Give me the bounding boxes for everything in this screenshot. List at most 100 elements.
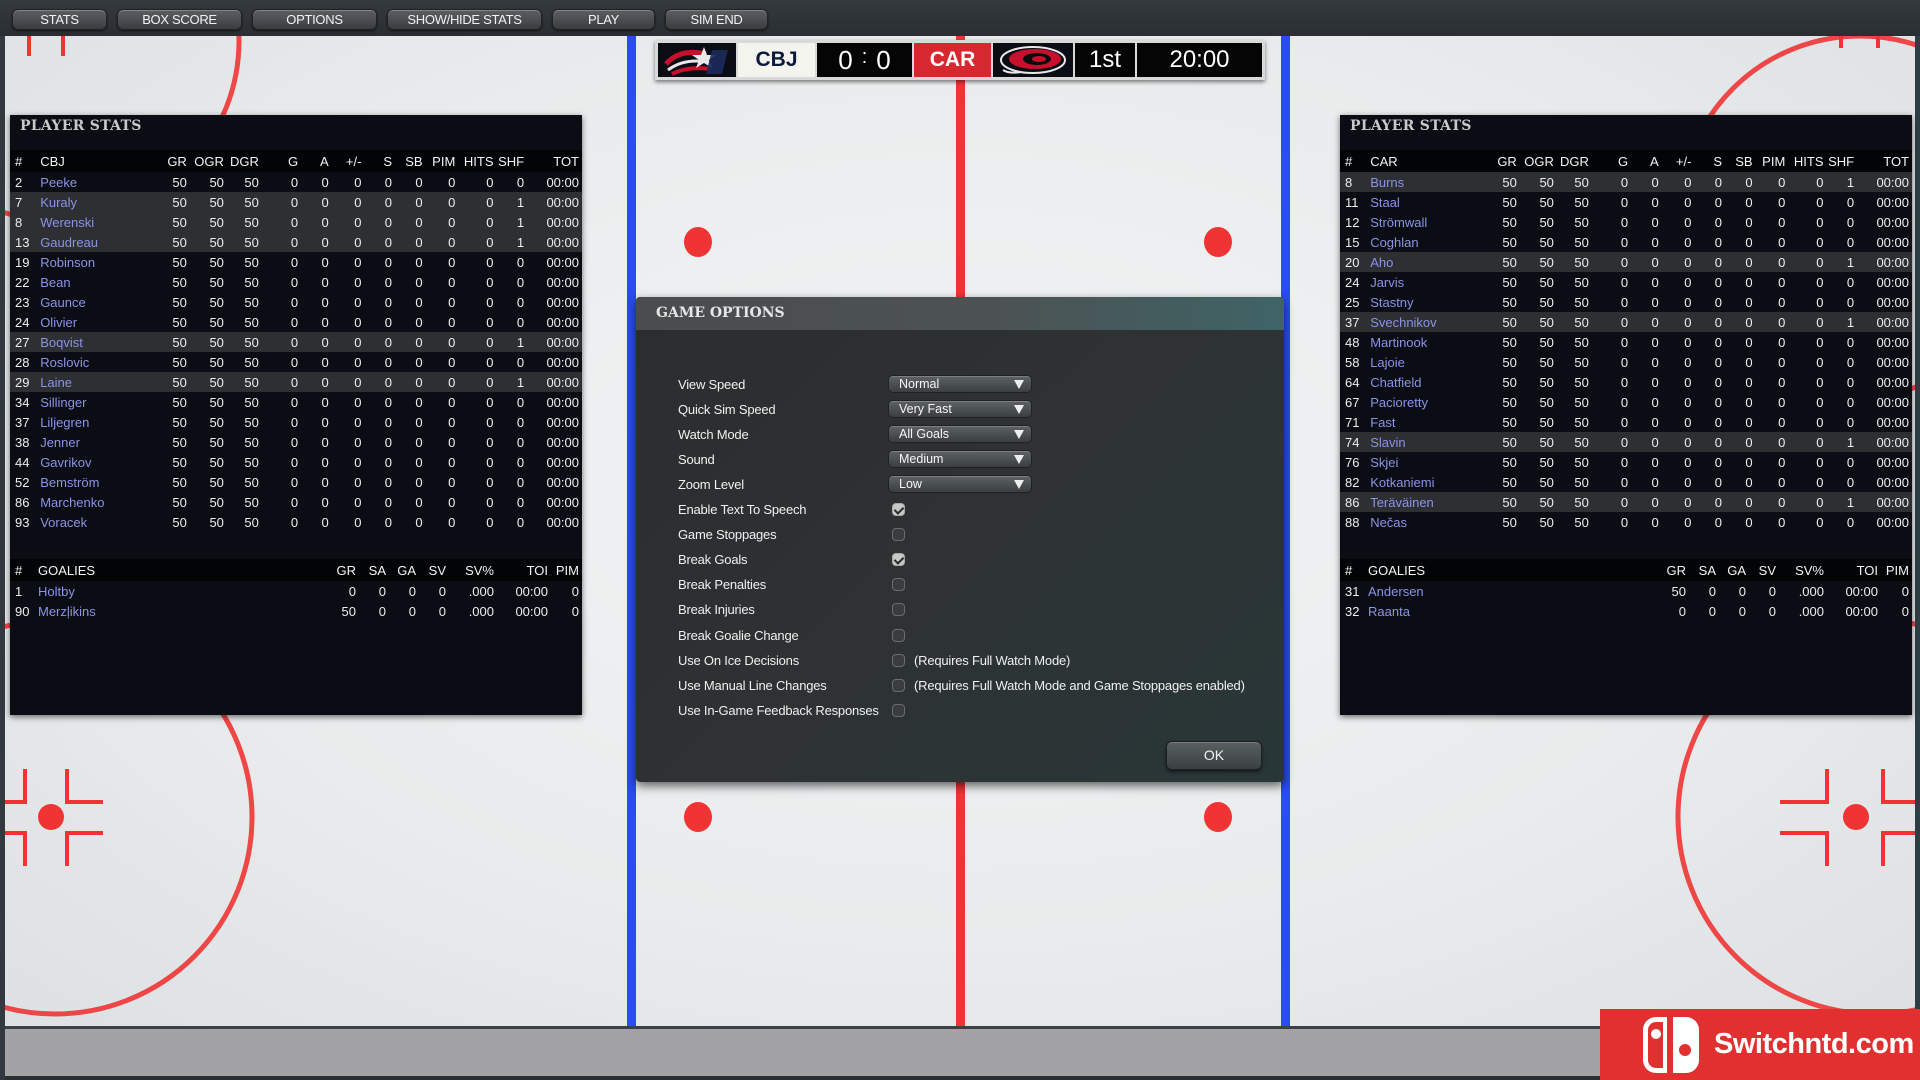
option-checkbox[interactable] xyxy=(892,603,905,617)
zoom-level-dropdown[interactable]: Low xyxy=(888,475,1032,493)
column-header[interactable]: +/- xyxy=(1658,150,1692,172)
option-checkbox[interactable] xyxy=(892,704,905,718)
option-checkbox[interactable] xyxy=(892,578,905,592)
quick-sim-speed-dropdown[interactable]: Very Fast xyxy=(888,400,1032,418)
play-button[interactable]: PLAY xyxy=(552,9,655,30)
player-name[interactable]: Bemström xyxy=(36,472,156,492)
player-row[interactable]: 29 Laine 50 50 50 0 0 0 0 0 0 0 1 00:00 xyxy=(10,372,582,392)
column-header[interactable]: OGR xyxy=(186,150,224,172)
column-header[interactable]: # xyxy=(10,559,34,581)
player-name[interactable]: Fast xyxy=(1366,412,1486,432)
column-header[interactable]: CAR xyxy=(1366,150,1487,172)
player-row[interactable]: 58 Lajoie 50 50 50 0 0 0 0 0 0 0 0 00:00 xyxy=(1340,352,1912,372)
player-row[interactable]: 23 Gaunce 50 50 50 0 0 0 0 0 0 0 0 00:00 xyxy=(10,292,582,312)
player-name[interactable]: Robinson xyxy=(36,252,156,272)
player-row[interactable]: 76 Skjei 50 50 50 0 0 0 0 0 0 0 0 00:00 xyxy=(1340,452,1912,472)
player-row[interactable]: 15 Coghlan 50 50 50 0 0 0 0 0 0 0 0 00:00 xyxy=(1340,232,1912,252)
view-speed-dropdown[interactable]: Normal xyxy=(888,375,1032,393)
watch-mode-dropdown[interactable]: All Goals xyxy=(888,425,1032,443)
column-header[interactable]: A xyxy=(1628,150,1659,172)
player-row[interactable]: 28 Roslovic 50 50 50 0 0 0 0 0 0 0 0 00:00 xyxy=(10,352,582,372)
player-name[interactable]: Teräväinen xyxy=(1366,492,1487,512)
column-header[interactable]: OGR xyxy=(1516,150,1554,172)
column-header[interactable]: # xyxy=(1340,150,1367,172)
column-header[interactable]: GR xyxy=(1486,150,1517,172)
column-header[interactable]: SV% xyxy=(446,559,494,581)
player-row[interactable]: 11 Staal 50 50 50 0 0 0 0 0 0 0 0 00:00 xyxy=(1340,192,1912,212)
player-name[interactable]: Jenner xyxy=(36,432,156,452)
player-row[interactable]: 64 Chatfield 50 50 50 0 0 0 0 0 0 0 0 00:00 xyxy=(1340,372,1912,392)
column-header[interactable]: TOI xyxy=(494,559,548,581)
column-header[interactable]: # xyxy=(1340,559,1364,581)
option-checkbox[interactable] xyxy=(892,628,905,642)
player-row[interactable]: 20 Aho 50 50 50 0 0 0 0 0 0 0 1 00:00 xyxy=(1340,252,1912,272)
player-row[interactable]: 71 Fast 50 50 50 0 0 0 0 0 0 0 0 00:00 xyxy=(1340,412,1912,432)
show-hide-stats-button[interactable]: SHOW/HIDE STATS xyxy=(387,9,542,30)
column-header[interactable]: PIM xyxy=(1752,150,1786,172)
player-name[interactable]: Holtby xyxy=(34,581,326,601)
column-header[interactable]: HITS xyxy=(455,150,494,172)
player-row[interactable]: 2 Peeke 50 50 50 0 0 0 0 0 0 0 0 00:00 xyxy=(10,172,582,192)
player-row[interactable]: 38 Jenner 50 50 50 0 0 0 0 0 0 0 0 00:00 xyxy=(10,432,582,452)
player-name[interactable]: Boqvist xyxy=(36,332,157,352)
player-name[interactable]: Voracek xyxy=(36,512,156,532)
player-name[interactable]: Svechnikov xyxy=(1366,312,1487,332)
player-name[interactable]: Nečas xyxy=(1366,512,1486,532)
column-header[interactable]: GR xyxy=(326,559,356,581)
player-row[interactable]: 74 Slavin 50 50 50 0 0 0 0 0 0 0 1 00:00 xyxy=(1340,432,1912,452)
column-header[interactable]: PIM xyxy=(1878,559,1912,581)
player-name[interactable]: Jarvis xyxy=(1366,272,1486,292)
box-score-button[interactable]: BOX SCORE xyxy=(117,9,242,30)
stats-button[interactable]: STATS xyxy=(12,9,107,30)
column-header[interactable]: S xyxy=(361,150,392,172)
player-name[interactable]: Staal xyxy=(1366,192,1486,212)
player-row[interactable]: 27 Boqvist 50 50 50 0 0 0 0 0 0 0 1 00:00 xyxy=(10,332,582,352)
player-row[interactable]: 88 Nečas 50 50 50 0 0 0 0 0 0 0 0 00:00 xyxy=(1340,512,1912,532)
player-name[interactable]: Chatfield xyxy=(1366,372,1486,392)
options-button[interactable]: OPTIONS xyxy=(252,9,377,30)
player-row[interactable]: 86 Teräväinen 50 50 50 0 0 0 0 0 0 0 1 00:00 xyxy=(1340,492,1912,512)
option-checkbox[interactable] xyxy=(892,678,905,692)
player-row[interactable]: 86 Marchenko 50 50 50 0 0 0 0 0 0 0 0 00:00 xyxy=(10,492,582,512)
player-name[interactable]: Coghlan xyxy=(1366,232,1486,252)
player-row[interactable]: 67 Pacioretty 50 50 50 0 0 0 0 0 0 0 0 00:00 xyxy=(1340,392,1912,412)
player-row[interactable]: 48 Martinook 50 50 50 0 0 0 0 0 0 0 0 00:00 xyxy=(1340,332,1912,352)
goalie-row[interactable]: 90 Merzļikins 50 0 0 0 .000 00:00 0 xyxy=(10,601,582,621)
player-name[interactable]: Roslovic xyxy=(36,352,156,372)
player-name[interactable]: Stastny xyxy=(1366,292,1486,312)
option-checkbox[interactable] xyxy=(892,653,905,667)
sim-end-button[interactable]: SIM END xyxy=(665,9,768,30)
player-name[interactable]: Olivier xyxy=(36,312,156,332)
player-row[interactable]: 24 Olivier 50 50 50 0 0 0 0 0 0 0 0 00:00 xyxy=(10,312,582,332)
column-header[interactable]: DGR xyxy=(1553,150,1589,172)
column-header[interactable]: SA xyxy=(1686,559,1716,581)
column-header[interactable]: PIM xyxy=(548,559,582,581)
player-name[interactable]: Sillinger xyxy=(36,392,156,412)
player-name[interactable]: Gaudreau xyxy=(36,232,157,252)
player-row[interactable]: 52 Bemström 50 50 50 0 0 0 0 0 0 0 0 00:00 xyxy=(10,472,582,492)
ok-button[interactable]: OK xyxy=(1166,741,1262,770)
player-name[interactable]: Raanta xyxy=(1364,601,1656,621)
player-name[interactable]: Laine xyxy=(36,372,157,392)
column-header[interactable]: GA xyxy=(386,559,416,581)
player-row[interactable]: 7 Kuraly 50 50 50 0 0 0 0 0 0 0 1 00:00 xyxy=(10,192,582,212)
player-name[interactable]: Gavrikov xyxy=(36,452,156,472)
player-name[interactable]: Skjei xyxy=(1366,452,1486,472)
column-header[interactable]: +/- xyxy=(328,150,362,172)
player-name[interactable]: Slavin xyxy=(1366,432,1487,452)
player-row[interactable]: 8 Werenski 50 50 50 0 0 0 0 0 0 0 1 00:00 xyxy=(10,212,582,232)
player-name[interactable]: Strömwall xyxy=(1366,212,1486,232)
column-header[interactable]: TOT xyxy=(524,150,582,172)
player-row[interactable]: 82 Kotkaniemi 50 50 50 0 0 0 0 0 0 0 0 00:00 xyxy=(1340,472,1912,492)
column-header[interactable]: CBJ xyxy=(36,150,157,172)
column-header[interactable]: GOALIES xyxy=(1364,559,1656,581)
column-header[interactable]: TOT xyxy=(1854,150,1912,172)
player-name[interactable]: Pacioretty xyxy=(1366,392,1486,412)
column-header[interactable]: GR xyxy=(1656,559,1686,581)
column-header[interactable]: SV% xyxy=(1776,559,1824,581)
player-row[interactable]: 37 Liljegren 50 50 50 0 0 0 0 0 0 0 0 00:00 xyxy=(10,412,582,432)
column-header[interactable]: A xyxy=(298,150,329,172)
column-header[interactable]: SA xyxy=(356,559,386,581)
column-header[interactable]: TOI xyxy=(1824,559,1878,581)
player-name[interactable]: Aho xyxy=(1366,252,1487,272)
